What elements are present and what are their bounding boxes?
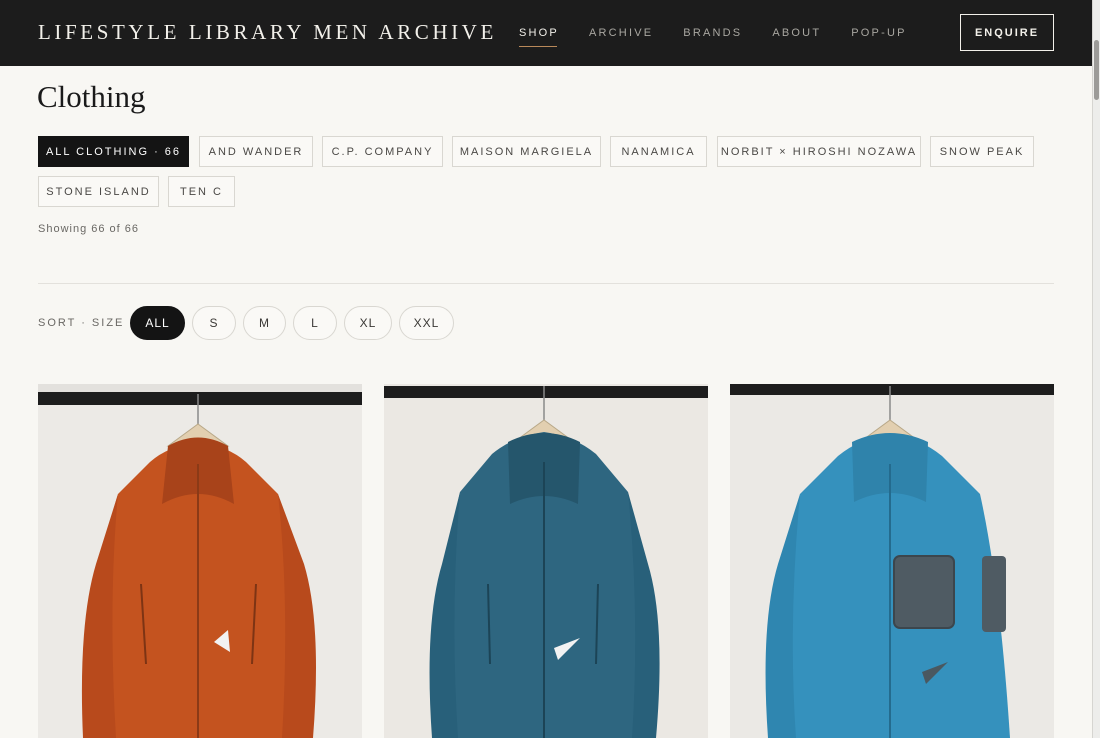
nav-brands[interactable]: BRANDS — [683, 27, 742, 39]
filter-all-clothing[interactable]: ALL CLOTHING · 66 — [38, 136, 189, 167]
filter-ten-c[interactable]: TEN C — [168, 176, 235, 207]
filter-maison-margiela[interactable]: MAISON MARGIELA — [452, 136, 601, 167]
main-nav: SHOP ARCHIVE BRANDS ABOUT POP-UP — [519, 27, 937, 47]
filter-and-wander[interactable]: AND WANDER — [199, 136, 313, 167]
filter-stone-island[interactable]: STONE ISLAND — [38, 176, 159, 207]
section-divider — [38, 283, 1054, 284]
product-card-2[interactable] — [384, 384, 708, 738]
product-card-1[interactable] — [38, 384, 362, 738]
filter-norbit-hiroshi-nozawa[interactable]: NORBIT × HIROSHI NOZAWA — [717, 136, 921, 167]
size-s-button[interactable]: S — [192, 306, 236, 340]
filter-nanamica[interactable]: NANAMICA — [610, 136, 707, 167]
nav-about[interactable]: ABOUT — [772, 27, 821, 39]
product-card-3[interactable] — [730, 384, 1054, 738]
results-count: Showing 66 of 66 — [38, 223, 140, 235]
size-l-button[interactable]: L — [293, 306, 337, 340]
scrollbar-thumb[interactable] — [1094, 40, 1099, 100]
nav-pop-up[interactable]: POP-UP — [851, 27, 906, 39]
enquire-button[interactable]: ENQUIRE — [960, 14, 1054, 51]
size-m-button[interactable]: M — [243, 306, 286, 340]
size-all-button[interactable]: ALL — [130, 306, 185, 340]
site-header: LIFESTYLE LIBRARY MEN ARCHIVE SHOP ARCHI… — [0, 0, 1092, 66]
filter-snow-peak[interactable]: SNOW PEAK — [930, 136, 1034, 167]
nav-archive[interactable]: ARCHIVE — [589, 27, 653, 39]
scrollbar-track[interactable] — [1092, 0, 1100, 738]
nav-shop[interactable]: SHOP — [519, 27, 559, 47]
site-logo[interactable]: LIFESTYLE LIBRARY MEN ARCHIVE — [38, 20, 497, 45]
page-title: Clothing — [37, 79, 146, 114]
product-image-teal-jacket — [384, 384, 708, 738]
product-image-orange-jacket — [38, 384, 362, 738]
size-filter-label: SORT · SIZE — [38, 317, 125, 329]
product-image-blue-jacket — [730, 384, 1054, 738]
size-xxl-button[interactable]: XXL — [399, 306, 454, 340]
filter-cp-company[interactable]: C.P. COMPANY — [322, 136, 443, 167]
size-xl-button[interactable]: XL — [344, 306, 392, 340]
